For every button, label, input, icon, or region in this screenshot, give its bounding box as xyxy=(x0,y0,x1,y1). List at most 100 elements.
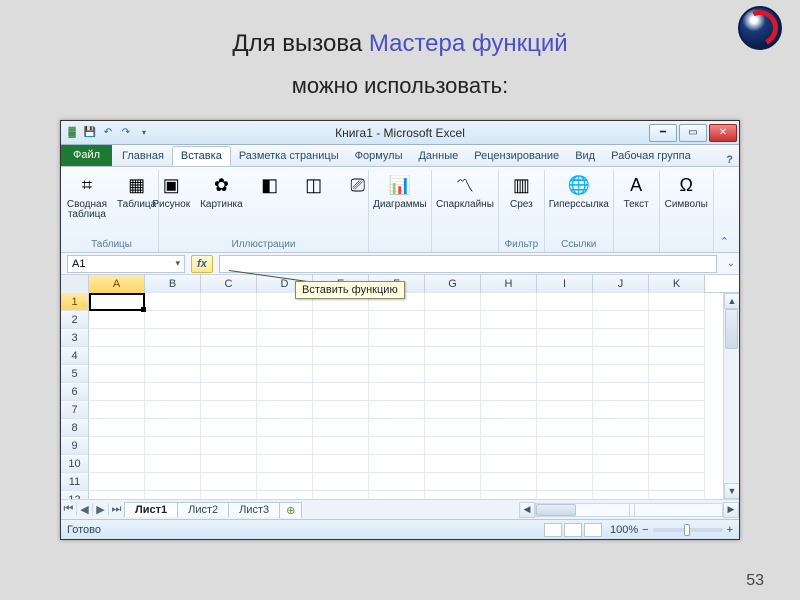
redo-icon[interactable]: ↷ xyxy=(119,126,133,140)
cell[interactable] xyxy=(313,491,369,499)
cell[interactable] xyxy=(89,491,145,499)
zoom-slider[interactable] xyxy=(653,528,723,532)
cell[interactable] xyxy=(89,293,145,311)
cell[interactable] xyxy=(201,401,257,419)
cell[interactable] xyxy=(537,329,593,347)
cell[interactable] xyxy=(425,347,481,365)
cell[interactable] xyxy=(425,473,481,491)
smartart-button[interactable]: ◫ xyxy=(295,170,333,200)
cell[interactable] xyxy=(369,491,425,499)
cell[interactable] xyxy=(593,473,649,491)
vscroll-thumb[interactable] xyxy=(725,309,738,349)
cell[interactable] xyxy=(649,293,705,311)
minimize-button[interactable]: ━ xyxy=(649,124,677,142)
cell[interactable] xyxy=(313,365,369,383)
cell[interactable] xyxy=(537,437,593,455)
sheet-nav-last-icon[interactable]: ⏭ xyxy=(109,503,125,516)
sparklines-button[interactable]: 〽Спарклайны xyxy=(434,170,496,212)
row-header[interactable]: 8 xyxy=(61,419,89,437)
ribbon-tab-рецензирование[interactable]: Рецензирование xyxy=(466,146,567,166)
insert-function-button[interactable]: fx xyxy=(191,255,213,273)
cell[interactable] xyxy=(257,455,313,473)
cell[interactable] xyxy=(201,437,257,455)
cell[interactable] xyxy=(537,491,593,499)
column-header[interactable]: H xyxy=(481,275,537,293)
cell[interactable] xyxy=(425,419,481,437)
symbols-button[interactable]: ΩСимволы xyxy=(663,170,710,212)
cell[interactable] xyxy=(537,401,593,419)
cell[interactable] xyxy=(481,473,537,491)
row-header[interactable]: 6 xyxy=(61,383,89,401)
cell[interactable] xyxy=(481,419,537,437)
sheet-nav-next-icon[interactable]: ▶ xyxy=(93,503,109,516)
row-header[interactable]: 4 xyxy=(61,347,89,365)
qat-dropdown-icon[interactable]: ▾ xyxy=(137,126,151,140)
cell[interactable] xyxy=(257,401,313,419)
cell[interactable] xyxy=(89,347,145,365)
cell[interactable] xyxy=(369,383,425,401)
cell[interactable] xyxy=(201,491,257,499)
cell[interactable] xyxy=(313,311,369,329)
row-header[interactable]: 1 xyxy=(61,293,89,311)
row-header[interactable]: 12 xyxy=(61,491,89,499)
row-header[interactable]: 7 xyxy=(61,401,89,419)
column-header[interactable]: C xyxy=(201,275,257,293)
cell[interactable] xyxy=(481,455,537,473)
cell[interactable] xyxy=(369,347,425,365)
cell[interactable] xyxy=(649,311,705,329)
cell[interactable] xyxy=(257,329,313,347)
cell[interactable] xyxy=(145,347,201,365)
cell[interactable] xyxy=(481,311,537,329)
select-all-corner[interactable] xyxy=(61,275,89,293)
cell[interactable] xyxy=(257,365,313,383)
cell[interactable] xyxy=(537,455,593,473)
cell[interactable] xyxy=(313,329,369,347)
picture-button[interactable]: ▣Рисунок xyxy=(150,170,192,212)
shapes-button[interactable]: ◧ xyxy=(251,170,289,200)
cell[interactable] xyxy=(313,401,369,419)
cell[interactable] xyxy=(425,383,481,401)
cell[interactable] xyxy=(481,329,537,347)
cell[interactable] xyxy=(145,455,201,473)
pivot-table-button[interactable]: ⌗Сводная таблица xyxy=(65,170,109,222)
charts-button[interactable]: 📊Диаграммы xyxy=(371,170,429,212)
cell[interactable] xyxy=(537,347,593,365)
cell[interactable] xyxy=(369,311,425,329)
sheet-nav-prev-icon[interactable]: ◀ xyxy=(77,503,93,516)
cell[interactable] xyxy=(89,329,145,347)
row-header[interactable]: 11 xyxy=(61,473,89,491)
cell[interactable] xyxy=(145,293,201,311)
cell[interactable] xyxy=(425,455,481,473)
cell[interactable] xyxy=(89,311,145,329)
cell[interactable] xyxy=(369,473,425,491)
name-box[interactable]: A1 ▾ xyxy=(67,255,185,273)
cell[interactable] xyxy=(537,293,593,311)
cell[interactable] xyxy=(593,419,649,437)
scroll-right-icon[interactable]: ▶ xyxy=(723,502,739,518)
row-header[interactable]: 3 xyxy=(61,329,89,347)
row-header[interactable]: 2 xyxy=(61,311,89,329)
cell[interactable] xyxy=(369,437,425,455)
cell[interactable] xyxy=(145,419,201,437)
vertical-scrollbar[interactable]: ▲ ▼ xyxy=(723,293,739,499)
cell[interactable] xyxy=(593,365,649,383)
cell[interactable] xyxy=(89,365,145,383)
ribbon-tab-рабочая группа[interactable]: Рабочая группа xyxy=(603,146,699,166)
cell[interactable] xyxy=(593,491,649,499)
cell[interactable] xyxy=(369,365,425,383)
cell[interactable] xyxy=(593,401,649,419)
scroll-left-icon[interactable]: ◀ xyxy=(519,502,535,518)
ribbon-tab-вставка[interactable]: Вставка xyxy=(172,146,231,166)
new-sheet-button[interactable]: ⊕ xyxy=(279,502,302,518)
sheet-tab[interactable]: Лист1 xyxy=(124,502,178,517)
cell[interactable] xyxy=(481,491,537,499)
cell[interactable] xyxy=(481,365,537,383)
cell[interactable] xyxy=(313,383,369,401)
cell[interactable] xyxy=(201,329,257,347)
cell[interactable] xyxy=(481,293,537,311)
cell[interactable] xyxy=(593,311,649,329)
cell[interactable] xyxy=(649,473,705,491)
view-page-layout-button[interactable] xyxy=(564,523,582,537)
name-box-dropdown-icon[interactable]: ▾ xyxy=(175,258,180,269)
cell[interactable] xyxy=(257,347,313,365)
